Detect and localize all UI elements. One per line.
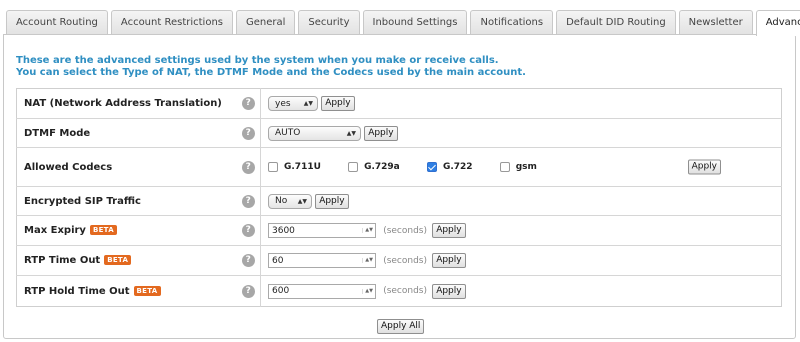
help-icon[interactable]: ? bbox=[241, 194, 255, 208]
codecs-apply-button[interactable]: Apply bbox=[687, 159, 721, 175]
rtp-timeout-apply-button[interactable]: Apply bbox=[432, 253, 466, 268]
beta-badge: BETA bbox=[104, 255, 132, 265]
tab-security[interactable]: Security bbox=[298, 10, 360, 35]
intro-line-1: These are the advanced settings used by … bbox=[16, 55, 499, 66]
rtp-hold-input[interactable]: 600 ▲▼ bbox=[268, 283, 376, 299]
dtmf-label: DTMF Mode bbox=[16, 118, 237, 148]
codec-gsm-label: gsm bbox=[515, 161, 537, 172]
codec-g711u[interactable]: G.711U bbox=[268, 161, 321, 172]
seconds-unit: (seconds) bbox=[383, 286, 427, 296]
max-expiry-label: Max Expiry bbox=[24, 225, 86, 236]
tab-newsletter[interactable]: Newsletter bbox=[678, 10, 753, 35]
codecs-label: Allowed Codecs bbox=[16, 147, 237, 187]
rtp-timeout-value: 60 bbox=[272, 255, 284, 266]
dtmf-select[interactable]: AUTO ▲▼ bbox=[268, 125, 361, 141]
rtp-hold-apply-button[interactable]: Apply bbox=[432, 283, 466, 299]
help-icon[interactable]: ? bbox=[241, 97, 255, 110]
tab-account-routing[interactable]: Account Routing bbox=[6, 10, 108, 35]
nat-label: NAT (Network Address Translation) bbox=[24, 98, 222, 109]
tab-general[interactable]: General bbox=[236, 10, 296, 35]
help-icon[interactable]: ? bbox=[241, 224, 255, 237]
tab-default-did-routing[interactable]: Default DID Routing bbox=[556, 10, 676, 35]
rtp-hold-row: RTP Hold Time Out BETA ? 600 ▲▼ (seconds)… bbox=[16, 275, 782, 307]
beta-badge: BETA bbox=[89, 225, 117, 235]
spinner-icon[interactable]: ▲▼ bbox=[362, 228, 373, 233]
tab-inbound-settings[interactable]: Inbound Settings bbox=[362, 10, 468, 35]
codec-g729a[interactable]: G.729a bbox=[348, 161, 400, 172]
intro-text: These are the advanced settings used by … bbox=[16, 55, 526, 79]
max-expiry-apply-button[interactable]: Apply bbox=[432, 223, 466, 238]
codec-g722-checkbox[interactable] bbox=[426, 161, 437, 172]
max-expiry-input[interactable]: 3600 ▲▼ bbox=[268, 223, 376, 238]
dtmf-select-value: AUTO bbox=[275, 128, 301, 138]
spinner-icon[interactable]: ▲▼ bbox=[362, 288, 373, 294]
codec-g722[interactable]: G.722 bbox=[426, 161, 473, 172]
seconds-unit: (seconds) bbox=[383, 225, 427, 236]
dtmf-row: DTMF Mode ? AUTO ▲▼ Apply bbox=[16, 118, 782, 148]
max-expiry-value: 3600 bbox=[272, 225, 295, 236]
tab-advanced[interactable]: Advanced bbox=[755, 10, 800, 36]
codec-g711u-label: G.711U bbox=[284, 161, 321, 172]
codecs-row: Allowed Codecs ? G.711U G.729a G.722 gsm… bbox=[16, 147, 782, 187]
nat-select[interactable]: yes ▲▼ bbox=[268, 96, 318, 111]
select-arrows-icon: ▲▼ bbox=[303, 100, 313, 107]
help-icon[interactable]: ? bbox=[241, 126, 255, 140]
rtp-timeout-input[interactable]: 60 ▲▼ bbox=[268, 253, 376, 268]
nat-apply-button[interactable]: Apply bbox=[321, 96, 355, 111]
select-arrows-icon: ▲▼ bbox=[346, 129, 356, 137]
codec-gsm[interactable]: gsm bbox=[499, 161, 537, 172]
codec-g722-label: G.722 bbox=[442, 161, 473, 172]
codec-g729a-checkbox[interactable] bbox=[348, 161, 359, 172]
dtmf-apply-button[interactable]: Apply bbox=[364, 125, 398, 141]
codec-gsm-checkbox[interactable] bbox=[499, 161, 510, 172]
rtp-hold-label: RTP Hold Time Out bbox=[24, 285, 130, 297]
nat-row: NAT (Network Address Translation) ? yes … bbox=[17, 88, 782, 119]
rtp-hold-value: 600 bbox=[272, 286, 290, 296]
spinner-icon[interactable]: ▲▼ bbox=[362, 258, 373, 263]
sip-select-value: No bbox=[275, 196, 288, 206]
codec-g729a-label: G.729a bbox=[364, 161, 400, 172]
rtp-timeout-row: RTP Time Out BETA ? 60 ▲▼ (seconds) Apply bbox=[16, 245, 782, 276]
apply-all-button[interactable]: Apply All bbox=[377, 319, 425, 334]
max-expiry-row: Max Expiry BETA ? 3600 ▲▼ (seconds) Apply bbox=[16, 215, 782, 246]
sip-row: Encrypted SIP Traffic ? No ▲▼ Apply bbox=[16, 186, 782, 216]
help-icon[interactable]: ? bbox=[241, 160, 255, 174]
sip-apply-button[interactable]: Apply bbox=[315, 193, 349, 209]
sip-label: Encrypted SIP Traffic bbox=[16, 186, 237, 216]
help-icon[interactable]: ? bbox=[241, 284, 255, 298]
tab-bar: Account Routing Account Restrictions Gen… bbox=[6, 10, 800, 36]
nat-select-value: yes bbox=[275, 98, 291, 109]
tab-notifications[interactable]: Notifications bbox=[470, 10, 554, 35]
intro-line-2: You can select the Type of NAT, the DTMF… bbox=[16, 67, 526, 78]
sip-select[interactable]: No ▲▼ bbox=[268, 193, 312, 209]
seconds-unit: (seconds) bbox=[383, 255, 427, 266]
rtp-timeout-label: RTP Time Out bbox=[24, 255, 101, 266]
beta-badge: BETA bbox=[133, 285, 161, 296]
help-icon[interactable]: ? bbox=[241, 254, 255, 267]
select-arrows-icon: ▲▼ bbox=[297, 197, 307, 205]
settings-table: NAT (Network Address Translation) ? yes … bbox=[16, 88, 782, 307]
tab-account-restrictions[interactable]: Account Restrictions bbox=[110, 10, 233, 35]
codec-g711u-checkbox[interactable] bbox=[268, 161, 278, 172]
